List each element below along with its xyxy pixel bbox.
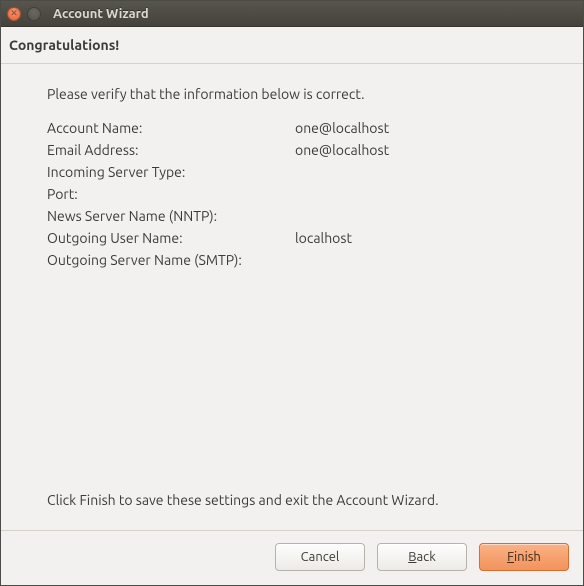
wizard-header: Congratulations!: [1, 27, 583, 64]
wizard-content: Please verify that the information below…: [1, 64, 583, 530]
titlebar: ✕ Account Wizard: [1, 1, 583, 27]
minimize-icon[interactable]: [27, 7, 41, 21]
page-title: Congratulations!: [9, 37, 575, 53]
field-label: Port:: [47, 184, 295, 204]
field-label: Outgoing Server Name (SMTP):: [47, 250, 295, 270]
field-value: [295, 162, 569, 182]
summary-fields: Account Name: one@localhost Email Addres…: [47, 118, 569, 270]
finish-button[interactable]: Finish: [479, 543, 569, 571]
window-title: Account Wizard: [53, 7, 149, 21]
field-value: one@localhost: [295, 140, 569, 160]
field-label: Incoming Server Type:: [47, 162, 295, 182]
field-label: Email Address:: [47, 140, 295, 160]
field-value: [295, 250, 569, 270]
wizard-footer: Cancel Back Finish: [1, 531, 583, 585]
field-label: Account Name:: [47, 118, 295, 138]
field-value: localhost: [295, 228, 569, 248]
back-button[interactable]: Back: [377, 543, 467, 571]
cancel-button[interactable]: Cancel: [275, 543, 365, 571]
intro-text: Please verify that the information below…: [47, 86, 569, 102]
field-value: [295, 206, 569, 226]
close-icon[interactable]: ✕: [7, 7, 21, 21]
account-wizard-window: ✕ Account Wizard Congratulations! Please…: [0, 0, 584, 586]
field-label: Outgoing User Name:: [47, 228, 295, 248]
outro-text: Click Finish to save these settings and …: [47, 492, 569, 508]
field-value: one@localhost: [295, 118, 569, 138]
field-value: [295, 184, 569, 204]
field-label: News Server Name (NNTP):: [47, 206, 295, 226]
